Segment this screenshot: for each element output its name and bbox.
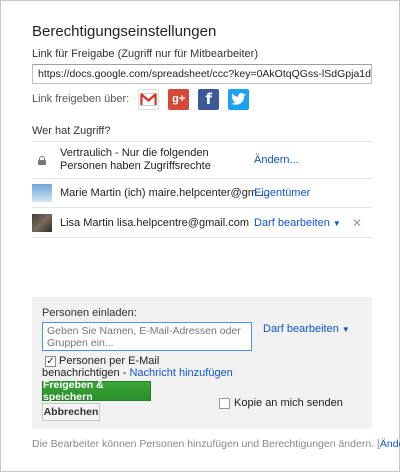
notify-line2-text: benachrichtigen - (42, 367, 130, 379)
footer-text: Die Bearbeiter können Personen hinzufüge… (32, 438, 380, 450)
change-visibility-link[interactable]: Ändern... (254, 154, 299, 166)
person-row-owner: Marie Martin (ich) maire.helpcenter@gm..… (32, 178, 372, 207)
chevron-down-icon: ▼ (341, 325, 350, 334)
invite-permission-dropdown[interactable]: Darf bearbeiten ▼ (263, 323, 350, 335)
person-name: Marie Martin (ich) maire.helpcenter@gm..… (60, 187, 270, 199)
notify-checkbox[interactable]: ✓ (45, 356, 56, 367)
dialog-title: Berechtigungseinstellungen (32, 23, 217, 40)
sharing-settings-dialog: Berechtigungseinstellungen Link für Frei… (0, 0, 400, 472)
invite-people-input[interactable] (42, 322, 252, 351)
send-copy-checkbox[interactable] (219, 398, 230, 409)
notify-line2: benachrichtigen - Nachricht hinzufügen (42, 367, 233, 379)
permission-label: Darf bearbeiten (254, 217, 330, 229)
checkmark-icon: ✓ (46, 356, 55, 367)
invite-label: Personen einladen: (42, 307, 137, 319)
invite-panel: Personen einladen: Darf bearbeiten▼ ✓ Pe… (32, 297, 372, 429)
add-message-link[interactable]: Nachricht hinzufügen (129, 367, 232, 379)
owner-role-label[interactable]: Eigentümer (254, 187, 310, 199)
share-and-save-button[interactable]: Freigeben & speichern (42, 379, 151, 403)
lock-icon (38, 156, 46, 165)
invite-permission-label: Darf bearbeiten (263, 323, 339, 335)
google-plus-icon[interactable]: g+ (168, 88, 190, 110)
share-via-row: Link freigeben über: g+ f (32, 87, 258, 111)
notify-label: Personen per E-Mail (59, 355, 160, 367)
chevron-down-icon: ▼ (332, 219, 341, 228)
avatar (32, 214, 52, 232)
who-has-access-label: Wer hat Zugriff? (32, 125, 111, 137)
share-via-label: Link freigeben über: (32, 93, 130, 105)
visibility-row: Vertraulich - Nur die folgenden Personen… (32, 141, 372, 178)
gmail-icon[interactable] (138, 88, 160, 110)
share-link-label: Link für Freigabe (Zugriff nur für Mitbe… (32, 48, 258, 60)
close-icon[interactable]: ✕ (352, 216, 362, 230)
share-link-field[interactable]: https://docs.google.com/spreadsheet/ccc?… (32, 64, 372, 84)
permission-dropdown[interactable]: Darf bearbeiten ▼ (254, 217, 341, 229)
cancel-button[interactable]: Abbrechen (42, 403, 100, 421)
person-row-editor: Lisa Martin lisa.helpcentre@gmail.com Da… (32, 207, 372, 238)
facebook-icon[interactable]: f (198, 88, 220, 110)
footer-change-link[interactable]: Ändern (380, 438, 400, 450)
visibility-text: Vertraulich - Nur die folgenden Personen… (60, 147, 211, 172)
person-name: Lisa Martin lisa.helpcentre@gmail.com (60, 217, 250, 229)
avatar (32, 184, 52, 202)
send-copy-label: Kopie an mich senden (234, 397, 343, 409)
twitter-icon[interactable] (228, 88, 250, 110)
footer-note: Die Bearbeiter können Personen hinzufüge… (32, 438, 400, 450)
